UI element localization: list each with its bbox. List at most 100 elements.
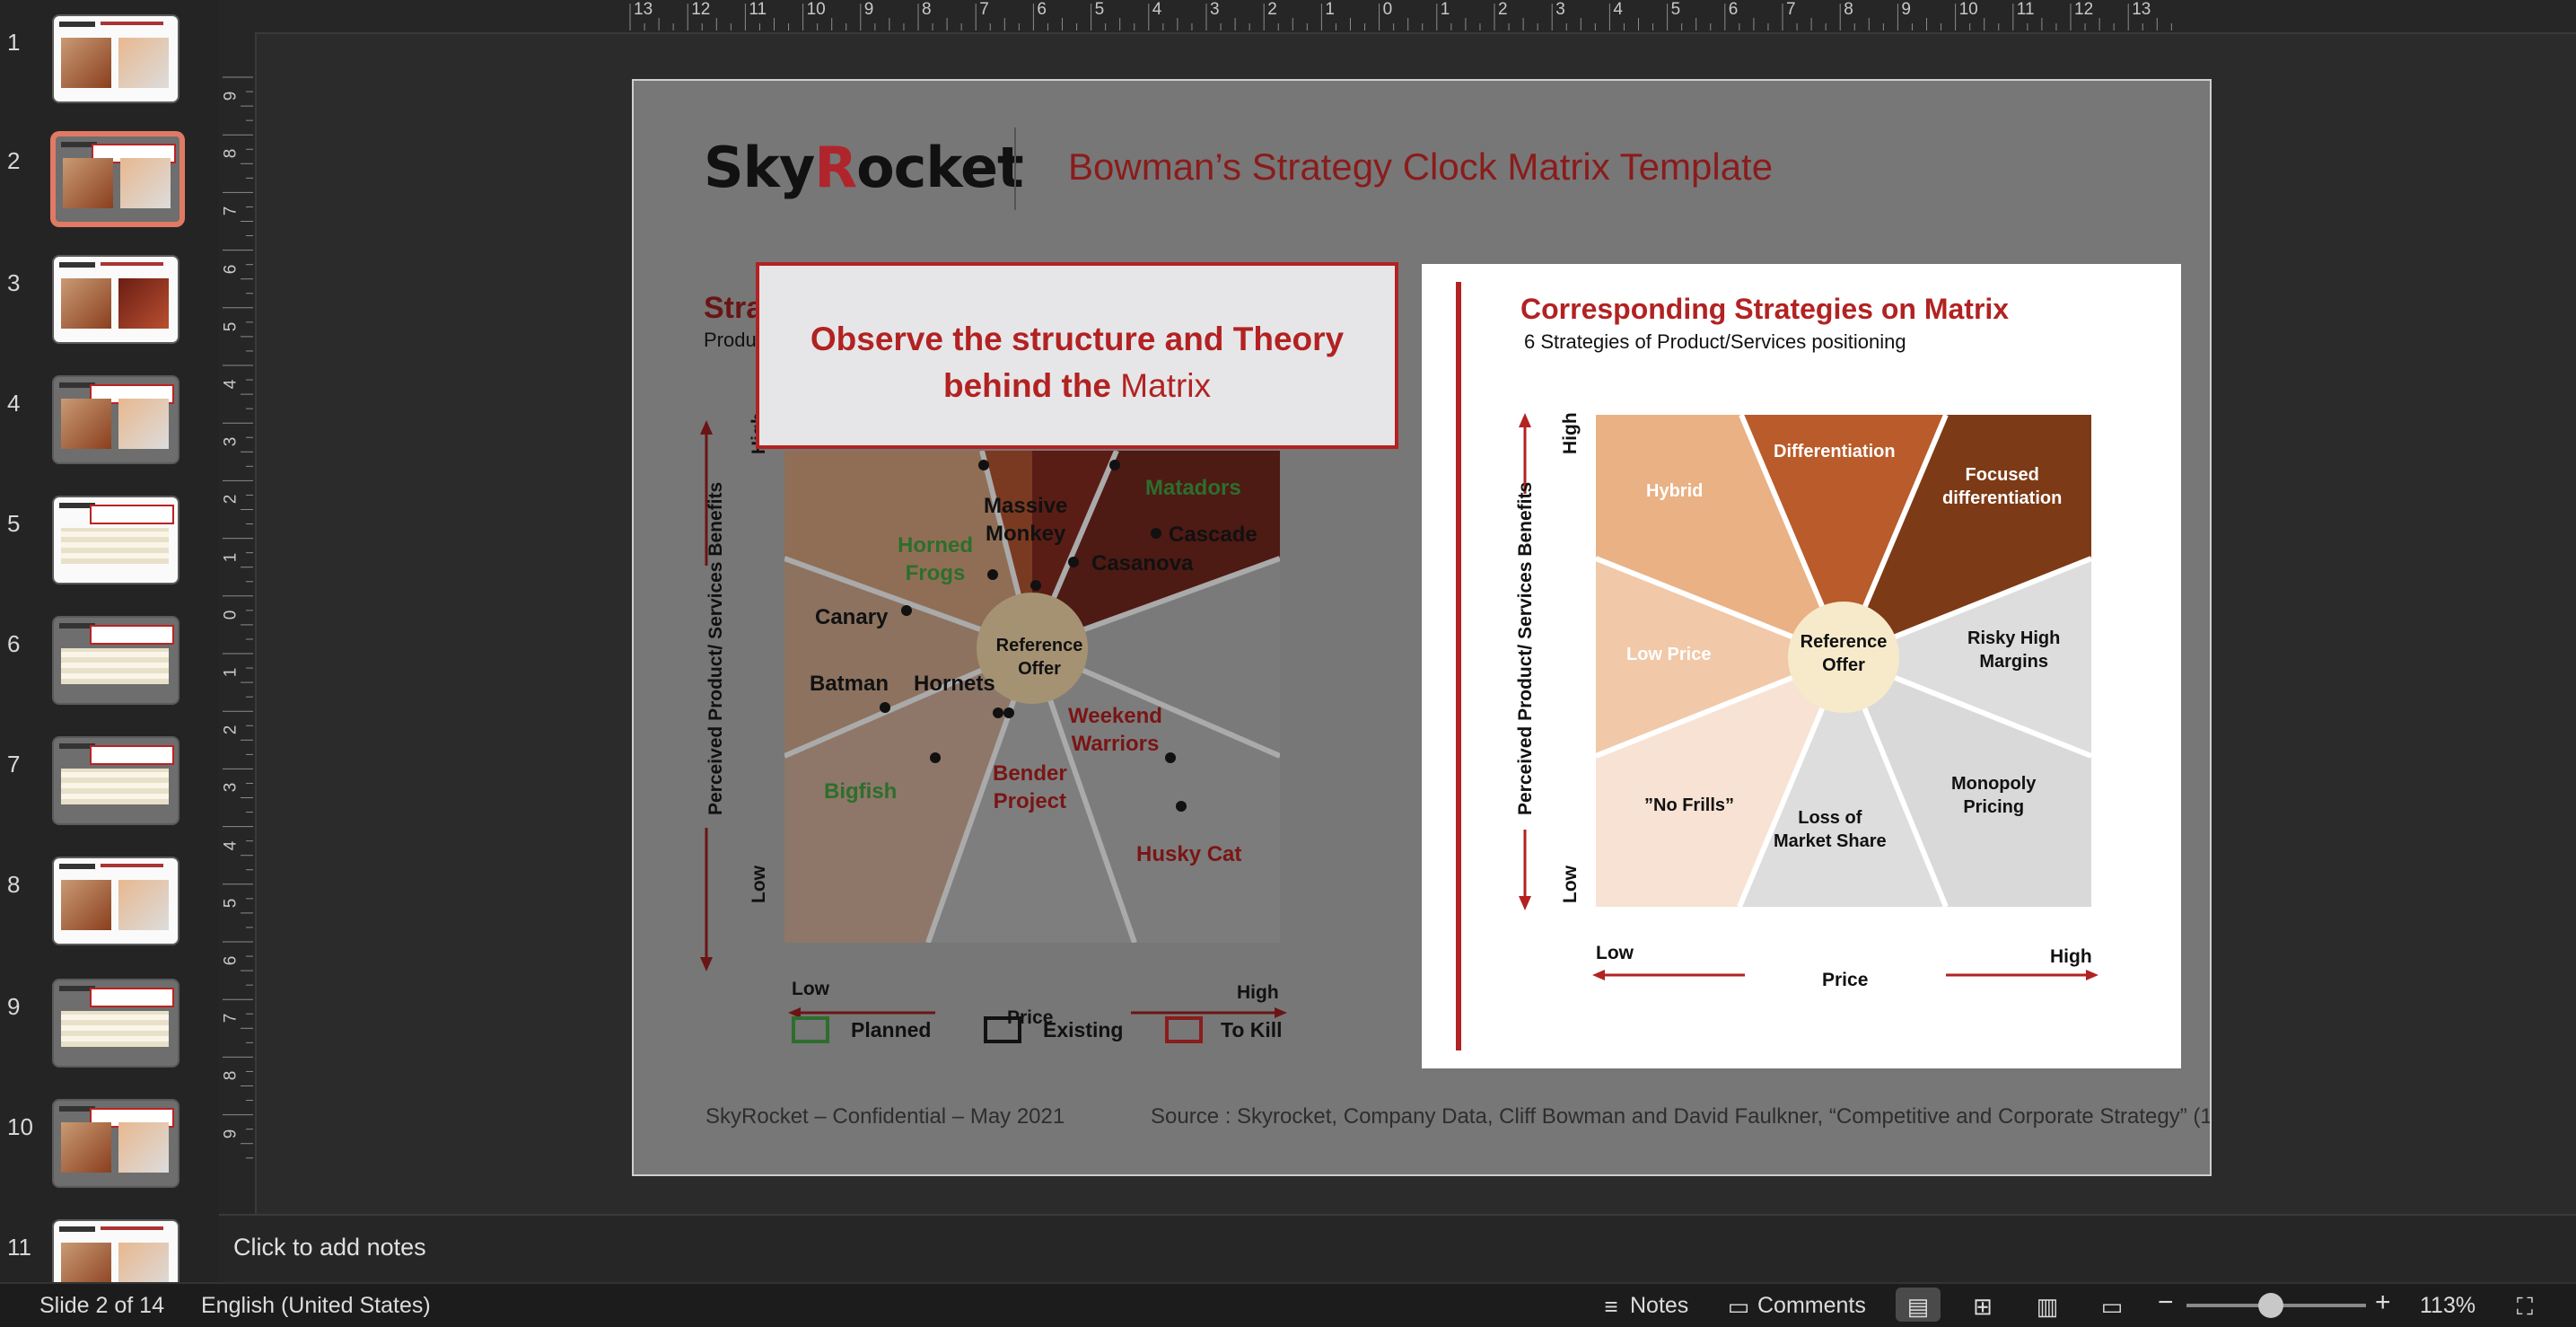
zoom-level[interactable]: 113% xyxy=(2420,1293,2475,1319)
thumbnail-number: 7 xyxy=(7,751,21,778)
zoom-slider-thumb[interactable] xyxy=(2258,1293,2283,1318)
slide-thumbnail[interactable] xyxy=(52,736,180,825)
normal-view-icon[interactable]: ▤ xyxy=(1905,1293,1932,1320)
legend-swatch-planned xyxy=(792,1016,829,1043)
slide-thumbnail[interactable] xyxy=(52,375,180,464)
matrix-legend: Planned Existing To Kill xyxy=(792,1013,1294,1049)
slide-thumbnail[interactable] xyxy=(52,1219,180,1282)
vertical-ruler[interactable]: 9 8 7 6 5 4 3 2 1 0 1 2 3 4 5 6 7 8 9 xyxy=(219,32,257,1214)
thumbnail-number: 10 xyxy=(7,1113,33,1140)
fit-to-window-icon[interactable]: ⛶ xyxy=(2511,1293,2538,1320)
language-indicator[interactable]: English (United States) xyxy=(201,1293,431,1319)
notes-pane[interactable]: Click to add notes xyxy=(219,1214,2576,1284)
legend-swatch-to-kill xyxy=(1165,1016,1203,1043)
notes-button[interactable]: Notes xyxy=(1630,1293,1688,1319)
right-x-axis-arrows xyxy=(1592,970,2098,980)
ruler-ticks xyxy=(629,4,2172,31)
label-canary: Canary xyxy=(815,605,889,629)
ruler-label: 9 xyxy=(863,0,874,19)
thumbnail-row-2[interactable]: 2 xyxy=(0,133,219,232)
slide-canvas[interactable]: SkyRocket Bowman’s Strategy Clock Matrix… xyxy=(632,79,2212,1176)
slide-thumbnail-active[interactable] xyxy=(52,133,183,225)
slide-thumbnail[interactable] xyxy=(52,1099,180,1188)
footer-source[interactable]: Source : Skyrocket, Company Data, Cliff … xyxy=(1151,1104,2210,1129)
left-section-title[interactable]: Stra xyxy=(704,291,763,326)
thumbnail-number: 8 xyxy=(7,871,21,898)
slide-thumbnail[interactable] xyxy=(52,979,180,1068)
slide-sorter-icon[interactable]: ⊞ xyxy=(1969,1293,1996,1320)
thumbnail-number: 9 xyxy=(7,993,21,1020)
left-reference-offer: Reference Offer xyxy=(995,636,1083,679)
slide-thumbnail[interactable] xyxy=(52,14,180,103)
callout-box[interactable]: Observe the structure and Theory behind t… xyxy=(756,262,1398,449)
label-loss-of-market-share: Loss of Market Share xyxy=(1774,808,1887,851)
comments-button[interactable]: Comments xyxy=(1757,1293,1866,1319)
matrix-point xyxy=(1165,752,1176,763)
ruler-label: 10 xyxy=(1958,0,1978,19)
slide-thumbnail[interactable] xyxy=(52,255,180,344)
ruler-label: 1 xyxy=(221,552,241,562)
right-section-subtitle[interactable]: 6 Strategies of Product/Services positio… xyxy=(1524,330,1906,354)
ruler-label: 6 xyxy=(221,264,241,274)
left-y-low-label: Low xyxy=(749,866,769,903)
thumbnail-row-1[interactable]: 1 xyxy=(0,14,219,113)
label-horned-frogs: Horned Frogs xyxy=(898,533,973,586)
zoom-in-button[interactable]: + xyxy=(2375,1287,2391,1318)
ruler-label: 2 xyxy=(1498,0,1508,19)
ruler-label: 4 xyxy=(1152,0,1162,19)
slide-thumbnail[interactable] xyxy=(52,496,180,584)
left-section-subtitle[interactable]: Produ xyxy=(704,329,757,352)
ruler-label: 3 xyxy=(221,783,241,793)
thumbnail-row-4[interactable]: 4 xyxy=(0,375,219,474)
thumbnail-row-9[interactable]: 9 xyxy=(0,979,219,1077)
legend-swatch-existing xyxy=(984,1016,1021,1043)
slide-title[interactable]: Bowman’s Strategy Clock Matrix Template xyxy=(1068,145,1773,189)
matrix-point xyxy=(1068,557,1079,567)
ruler-label: 10 xyxy=(806,0,826,19)
status-bar: Slide 2 of 14 English (United States) ≡ … xyxy=(0,1282,2576,1327)
ruler-label: 9 xyxy=(1901,0,1911,19)
zoom-out-button[interactable]: − xyxy=(2158,1287,2174,1318)
thumbnail-number: 6 xyxy=(7,630,21,657)
right-y-high-label: High xyxy=(1560,412,1581,454)
reading-view-icon[interactable]: ▥ xyxy=(2034,1293,2061,1320)
thumbnail-row-11[interactable]: 11 xyxy=(0,1219,219,1282)
horizontal-ruler[interactable]: 13 12 11 10 9 8 7 6 5 4 3 2 1 0 1 2 3 4 5 6 7 8 9 10 11 12 13 xyxy=(219,0,2576,34)
callout-text: Observe the structure and Theory behind t… xyxy=(810,321,1345,404)
label-husky-cat: Husky Cat xyxy=(1136,842,1242,866)
label-bigfish: Bigfish xyxy=(824,779,898,804)
slide-thumbnail[interactable] xyxy=(52,857,180,945)
slideshow-icon[interactable]: ▭ xyxy=(2098,1293,2125,1320)
right-reference-offer: Reference Offer xyxy=(1800,632,1888,675)
thumbnail-row-8[interactable]: 8 xyxy=(0,857,219,955)
thumbnail-row-6[interactable]: 6 xyxy=(0,616,219,715)
ruler-label: 9 xyxy=(221,1129,241,1138)
right-section-title[interactable]: Corresponding Strategies on Matrix xyxy=(1520,293,2009,326)
label-casanova: Casanova xyxy=(1091,551,1194,576)
ruler-label: 6 xyxy=(221,955,241,966)
matrix-point xyxy=(993,707,1003,718)
thumbnail-row-7[interactable]: 7 xyxy=(0,736,219,835)
thumbnail-row-5[interactable]: 5 xyxy=(0,496,219,594)
ruler-label: 2 xyxy=(1267,0,1277,19)
ruler-label: 8 xyxy=(1844,0,1853,19)
ruler-label: 3 xyxy=(1210,0,1220,19)
label-weekend-warriors: Weekend Warriors xyxy=(1068,704,1162,757)
ruler-label: 8 xyxy=(922,0,932,19)
notes-icon[interactable]: ≡ xyxy=(1598,1293,1625,1320)
label-hybrid: Hybrid xyxy=(1646,481,1704,501)
slide-thumbnail[interactable] xyxy=(52,616,180,705)
right-strategy-panel[interactable]: Corresponding Strategies on Matrix 6 Str… xyxy=(1422,264,2181,1068)
right-x-low-label: Low xyxy=(1596,943,1634,963)
comments-icon[interactable]: ▭ xyxy=(1725,1293,1752,1320)
thumbnail-row-10[interactable]: 10 xyxy=(0,1099,219,1198)
label-bender-project: Bender Project xyxy=(993,761,1067,814)
notes-placeholder[interactable]: Click to add notes xyxy=(233,1234,426,1261)
skyrocket-logo: SkyRocket xyxy=(704,135,1024,200)
ruler-label: 3 xyxy=(1555,0,1565,19)
legend-label-existing: Existing xyxy=(1043,1018,1124,1041)
slide-thumbnail-panel[interactable]: 1 2 3 4 5 6 7 8 9 10 11 xyxy=(0,0,221,1282)
thumbnail-row-3[interactable]: 3 xyxy=(0,255,219,354)
ruler-label: 11 xyxy=(2016,0,2035,19)
footer-confidential[interactable]: SkyRocket – Confidential – May 2021 xyxy=(705,1104,1065,1129)
